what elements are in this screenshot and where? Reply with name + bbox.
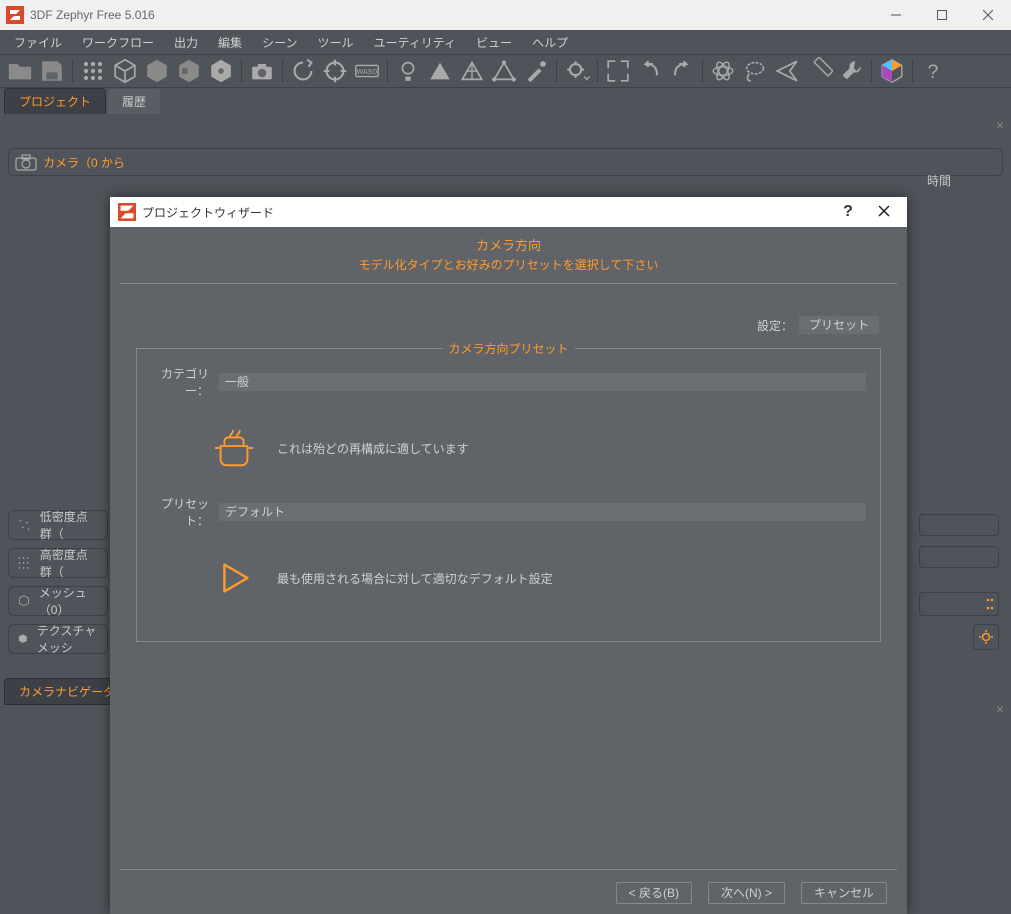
dialog-close-button[interactable]	[869, 205, 899, 220]
svg-text:WASD: WASD	[357, 69, 378, 76]
redo-icon[interactable]	[668, 57, 696, 85]
camera-count-label: カメラ（0 から	[43, 154, 125, 171]
refresh-icon[interactable]	[289, 57, 317, 85]
triangle-point-icon[interactable]	[490, 57, 518, 85]
settings-dropdown[interactable]: プリセット	[799, 316, 879, 334]
project-tabs: プロジェクト 履歴	[0, 88, 1011, 114]
save-icon[interactable]	[38, 57, 66, 85]
play-icon	[211, 555, 257, 601]
dialog-header: カメラ方向 モデル化タイプとお好みのプリセットを選択して下さい	[120, 227, 897, 284]
category-select[interactable]: 一般	[219, 373, 866, 391]
panel-close-icon[interactable]: ×	[993, 118, 1007, 132]
tab-project[interactable]: プロジェクト	[4, 88, 106, 114]
next-button[interactable]: 次へ(N) >	[708, 882, 785, 904]
category-label: カテゴリー：	[151, 365, 209, 399]
category-description: これは殆どの再構成に適しています	[277, 440, 469, 457]
gear-dropdown-icon[interactable]	[563, 57, 591, 85]
camera-icon[interactable]	[248, 57, 276, 85]
right-input-1[interactable]	[919, 514, 999, 536]
svg-text:?: ?	[928, 61, 939, 83]
menu-scene[interactable]: シーン	[254, 32, 305, 53]
atom-icon[interactable]	[709, 57, 737, 85]
triangle-wire-icon[interactable]	[458, 57, 486, 85]
time-column-label: 時間	[927, 172, 951, 189]
sun-icon	[978, 629, 994, 645]
lasso-icon[interactable]	[741, 57, 769, 85]
right-input-2[interactable]	[919, 546, 999, 568]
low-density-button[interactable]: 低密度点群（	[8, 510, 108, 540]
light-icon[interactable]	[394, 57, 422, 85]
menu-utility[interactable]: ユーティリティ	[365, 32, 464, 53]
menu-edit[interactable]: 編集	[210, 32, 250, 53]
panel-close-bottom-icon[interactable]: ×	[993, 702, 1007, 716]
low-density-label: 低密度点群（	[40, 508, 99, 542]
dialog-titlebar: プロジェクトウィザード ?	[110, 197, 907, 227]
fieldset-legend: カメラ方向プリセット	[442, 340, 574, 357]
settings-label: 設定：	[757, 317, 793, 334]
camera-small-icon	[15, 153, 37, 171]
cube-solid-icon[interactable]	[143, 57, 171, 85]
menu-workflow[interactable]: ワークフロー	[74, 32, 162, 53]
menu-file[interactable]: ファイル	[6, 32, 70, 53]
dialog-help-button[interactable]: ?	[833, 203, 863, 221]
mesh-button[interactable]: メッシュ（0）	[8, 586, 108, 616]
menu-view[interactable]: ビュー	[468, 32, 520, 53]
main-toolbar: WASD ?	[0, 54, 1011, 88]
close-button[interactable]	[965, 0, 1011, 30]
app-logo-icon	[6, 6, 24, 24]
preset-select[interactable]: デフォルト	[219, 503, 866, 521]
triangle-fill-icon[interactable]	[426, 57, 454, 85]
cube-render-icon[interactable]	[207, 57, 235, 85]
high-density-label: 高密度点群（	[40, 546, 99, 580]
textured-cube-icon	[17, 630, 29, 648]
preset-fieldset: カメラ方向プリセット カテゴリー： 一般	[136, 348, 881, 642]
textured-mesh-button[interactable]: テクスチャメッシ	[8, 624, 108, 654]
undo-icon[interactable]	[636, 57, 664, 85]
orbit-icon[interactable]	[321, 57, 349, 85]
send-icon[interactable]	[773, 57, 801, 85]
textured-mesh-label: テクスチャメッシ	[37, 622, 99, 656]
tab-history[interactable]: 履歴	[108, 89, 160, 114]
open-icon[interactable]	[6, 57, 34, 85]
dialog-title: プロジェクトウィザード	[142, 204, 274, 221]
cube-textured-icon[interactable]	[175, 57, 203, 85]
dialog-footer: < 戻る(B) 次へ(N) > キャンセル	[120, 869, 897, 904]
high-density-button[interactable]: 高密度点群（	[8, 548, 108, 578]
wrench-icon[interactable]	[837, 57, 865, 85]
sun-button[interactable]	[973, 624, 999, 650]
project-wizard-dialog: プロジェクトウィザード ? カメラ方向 モデル化タイプとお好みのプリセットを選択…	[110, 197, 907, 914]
cube-color-icon[interactable]	[878, 57, 906, 85]
dialog-logo-icon	[118, 203, 136, 221]
mesh-label: メッシュ（0）	[39, 584, 99, 618]
dialog-header-title: カメラ方向	[120, 235, 897, 254]
preset-label: プリセット：	[151, 495, 209, 529]
dense-points-icon	[17, 554, 32, 572]
brush-icon[interactable]	[522, 57, 550, 85]
dialog-header-subtitle: モデル化タイプとお好みのプリセットを選択して下さい	[120, 256, 897, 273]
help-icon[interactable]: ?	[919, 57, 947, 85]
maximize-button[interactable]	[919, 0, 965, 30]
window-title: 3DF Zephyr Free 5.016	[30, 8, 155, 22]
menu-help[interactable]: ヘルプ	[524, 32, 576, 53]
cancel-button[interactable]: キャンセル	[801, 882, 887, 904]
sparse-points-icon	[17, 516, 32, 534]
minimize-button[interactable]	[873, 0, 919, 30]
menu-output[interactable]: 出力	[166, 32, 206, 53]
back-button[interactable]: < 戻る(B)	[616, 882, 692, 904]
wizard-dots-icon[interactable]	[79, 57, 107, 85]
ruler-icon[interactable]	[805, 57, 833, 85]
drag-dots-icon	[986, 597, 994, 611]
pot-icon	[211, 425, 257, 471]
right-dots-bar[interactable]	[919, 592, 999, 616]
wasd-icon[interactable]: WASD	[353, 57, 381, 85]
cube-wire-icon[interactable]	[111, 57, 139, 85]
mesh-cube-icon	[17, 592, 31, 610]
fullscreen-icon[interactable]	[604, 57, 632, 85]
main-area: × カメラ（0 から 時間 低密度点群（ 高密度点群（ メッシュ（0） テクスチ…	[0, 114, 1011, 866]
menu-bar: ファイル ワークフロー 出力 編集 シーン ツール ユーティリティ ビュー ヘル…	[0, 30, 1011, 54]
menu-tools[interactable]: ツール	[309, 32, 361, 53]
window-titlebar: 3DF Zephyr Free 5.016	[0, 0, 1011, 30]
camera-count-bar[interactable]: カメラ（0 から	[8, 148, 1003, 176]
preset-description: 最も使用される場合に対して適切なデフォルト設定	[277, 570, 553, 587]
